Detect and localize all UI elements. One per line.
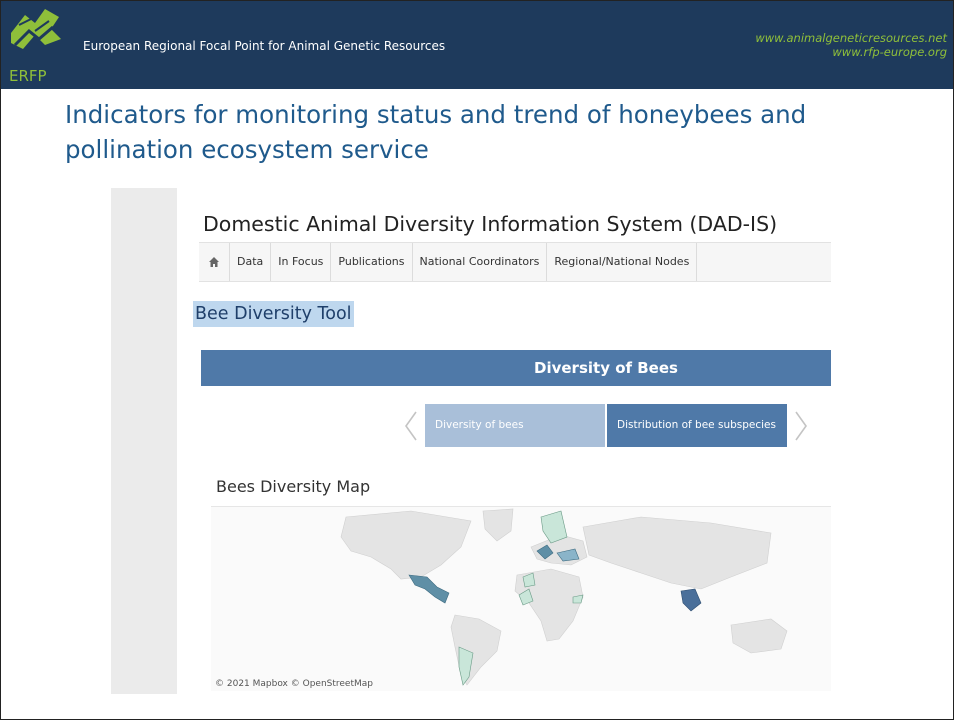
dashboard-banner: Diversity of Bees	[201, 350, 831, 386]
screenshot-gutter	[111, 188, 177, 694]
header-links: www.animalgeneticresources.net www.rfp-e…	[755, 31, 947, 59]
nav-item-publications[interactable]: Publications	[331, 243, 413, 281]
map-heading: Bees Diversity Map	[216, 477, 371, 496]
bees-diversity-map[interactable]: © 2021 Mapbox © OpenStreetMap	[211, 506, 831, 691]
header-bar: ERFP European Regional Focal Point for A…	[1, 1, 953, 89]
nav-item-national-coordinators[interactable]: National Coordinators	[413, 243, 548, 281]
site-title: Domestic Animal Diversity Information Sy…	[203, 212, 778, 236]
website-link-agr[interactable]: www.animalgeneticresources.net	[755, 31, 947, 45]
site-nav: Data In Focus Publications National Coor…	[199, 242, 831, 282]
world-map	[340, 508, 788, 686]
home-icon	[209, 257, 219, 267]
page-heading: Bee Diversity Tool	[193, 301, 354, 327]
nav-item-in-focus[interactable]: In Focus	[271, 243, 332, 281]
header-title: European Regional Focal Point for Animal…	[83, 39, 446, 53]
nav-home[interactable]	[199, 243, 230, 281]
nav-item-regional-national-nodes[interactable]: Regional/National Nodes	[547, 243, 698, 281]
nav-item-data[interactable]: Data	[230, 243, 272, 281]
map-credit: © 2021 Mapbox © OpenStreetMap	[215, 679, 373, 689]
chevron-right-icon[interactable]	[791, 404, 811, 448]
erfp-logo: ERFP	[9, 9, 61, 85]
slide-title: Indicators for monitoring status and tre…	[65, 100, 807, 164]
website-link-rfp[interactable]: www.rfp-europe.org	[755, 45, 947, 59]
banner-title: Diversity of Bees	[534, 359, 678, 377]
tab-diversity-of-bees[interactable]: Diversity of bees	[425, 404, 605, 447]
tab-distribution-of-bee-subspecies[interactable]: Distribution of bee subspecies	[607, 404, 787, 447]
slide: ERFP European Regional Focal Point for A…	[0, 0, 954, 720]
embedded-screenshot: Domestic Animal Diversity Information Sy…	[111, 188, 831, 694]
chevron-left-icon[interactable]	[401, 404, 421, 448]
svg-text:ERFP: ERFP	[9, 67, 47, 85]
